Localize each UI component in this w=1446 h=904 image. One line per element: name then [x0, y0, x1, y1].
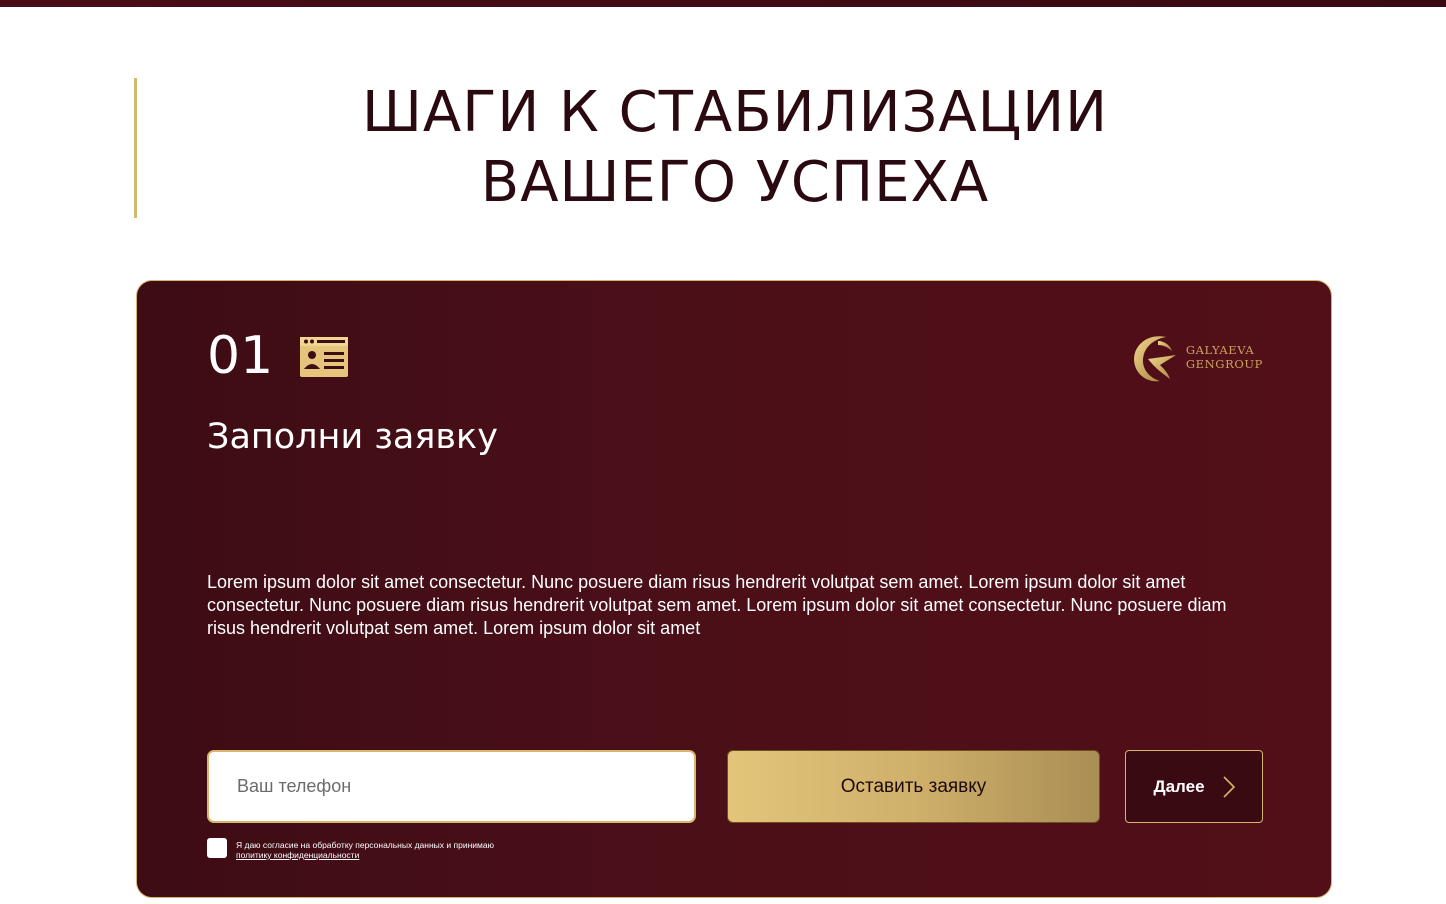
title-accent-line: [134, 78, 137, 218]
next-button[interactable]: Далее: [1125, 750, 1263, 823]
step-description: Lorem ipsum dolor sit amet consectetur. …: [207, 572, 1227, 638]
consent-text: Я даю согласие на обработку персональных…: [236, 840, 494, 860]
phone-input[interactable]: [207, 750, 696, 823]
consent-checkbox[interactable]: [207, 838, 227, 858]
id-card-icon: [300, 337, 348, 377]
step-card: 01 GALYAEVA GENGROUP Заполни заявку Lore…: [136, 280, 1332, 898]
brand-mark-icon: [1133, 336, 1176, 382]
step-title: Заполни заявку: [207, 417, 498, 457]
page-title-line-1: ШАГИ К СТАБИЛИЗАЦИИ: [362, 80, 1108, 145]
step-number: 01: [207, 326, 274, 386]
brand-name-line-1: GALYAEVA: [1185, 343, 1255, 357]
consent-block: Я даю согласие на обработку персональных…: [207, 838, 494, 860]
submit-request-button[interactable]: Оставить заявку: [727, 750, 1100, 823]
privacy-policy-link[interactable]: политику конфиденциальности: [236, 850, 494, 860]
page-title: ШАГИ К СТАБИЛИЗАЦИИ ВАШЕГО УСПЕХА: [140, 78, 1330, 218]
consent-label: Я даю согласие на обработку персональных…: [236, 840, 494, 850]
page-title-line-2: ВАШЕГО УСПЕХА: [480, 150, 990, 215]
brand-name: GALYAEVA GENGROUP: [1186, 343, 1263, 371]
next-button-label: Далее: [1153, 776, 1205, 796]
top-accent-bar: [0, 0, 1446, 7]
brand-logo: GALYAEVA GENGROUP: [1130, 329, 1263, 385]
brand-name-line-2: GENGROUP: [1185, 357, 1263, 371]
chevron-right-icon: [1222, 775, 1235, 798]
